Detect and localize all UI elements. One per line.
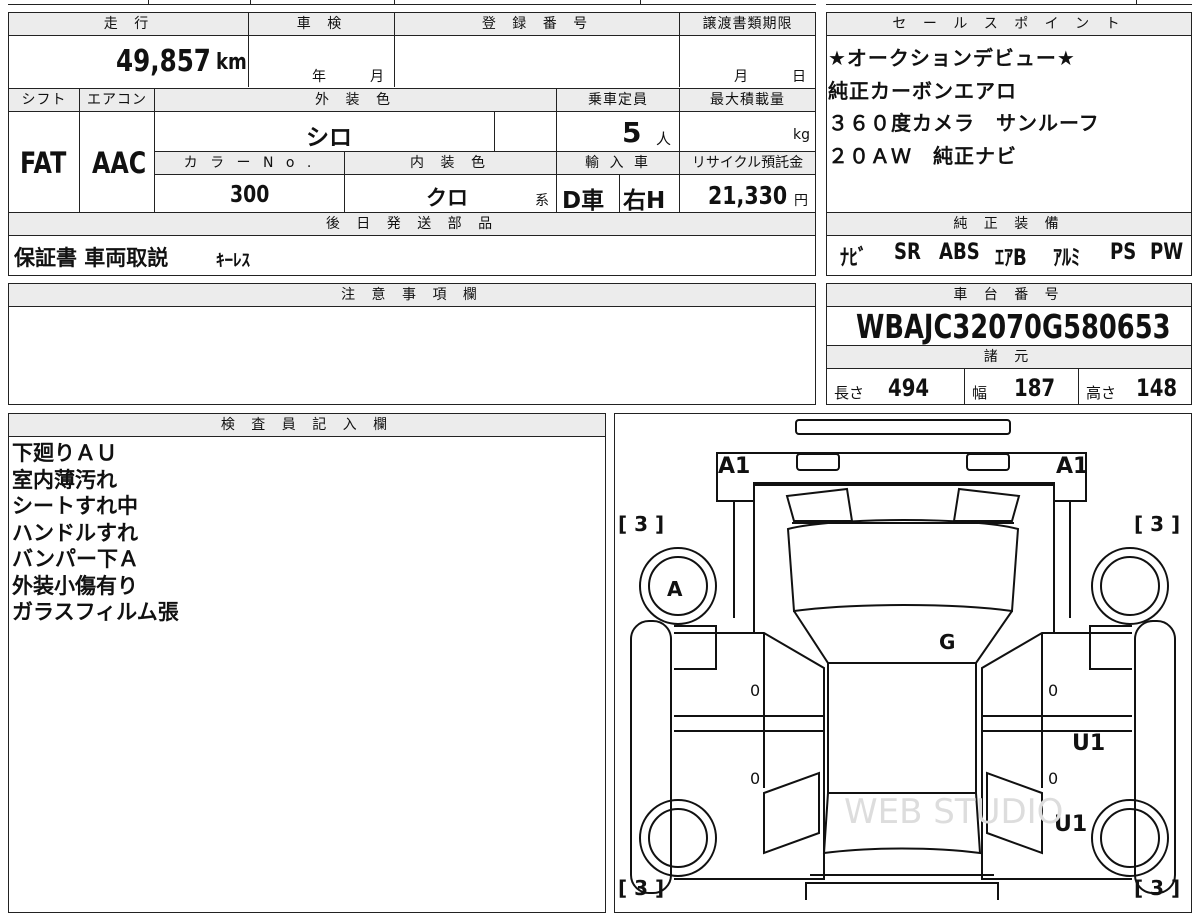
mark-tire-fr: [ 3 ] — [1134, 512, 1180, 536]
registration-header: 登 録 番 号 — [395, 13, 680, 36]
top-cut-border — [8, 4, 816, 5]
divider — [394, 13, 395, 87]
top-cut-divider — [1136, 0, 1137, 5]
divider — [679, 13, 680, 87]
height-value: 148 — [1136, 374, 1178, 402]
divider — [79, 89, 80, 212]
cautions-header: 注 意 事 項 欄 — [9, 284, 815, 307]
handle-value: 右H — [623, 188, 666, 214]
equip-item: ｱﾙﾐ — [1052, 246, 1080, 271]
car-diagram: A1 A1 [ 3 ] [ 3 ] [ 3 ] [ 3 ] A G 0 0 0 … — [618, 419, 1180, 900]
note-line: 室内薄汚れ — [12, 467, 117, 492]
mark-door-rl: 0 — [750, 769, 760, 788]
transfer-month-label: 月 — [734, 69, 748, 85]
capacity-unit: 人 — [656, 130, 672, 148]
mark-door-rr: 0 — [1048, 769, 1058, 788]
chassis-no-value: WBAJC32070G580653 — [856, 307, 1171, 346]
divider — [619, 174, 620, 212]
exterior-color-header: 外 装 色 — [155, 89, 556, 112]
chassis-no-header: 車 台 番 号 — [827, 284, 1191, 307]
mark-tire-rr: [ 3 ] — [1134, 876, 1180, 900]
width-value: 187 — [1014, 374, 1056, 402]
equip-item: ﾅﾋﾞ — [840, 246, 868, 271]
interior-suffix: 系 — [535, 193, 549, 209]
mark-roof: G — [939, 630, 955, 654]
later-parts-value: 保証書 車両取説 — [14, 246, 169, 270]
transfer-deadline-header: 譲渡書類期限 — [680, 13, 815, 36]
import-type-value: D車 — [562, 188, 605, 214]
recycle-fee-value: 21,330 — [708, 181, 788, 210]
later-parts-header: 後 日 発 送 部 品 — [9, 213, 815, 236]
divider — [964, 369, 965, 404]
import-header: 輸 入 車 — [557, 152, 679, 175]
sales-point: ３６０度カメラ サンルーフ — [828, 111, 1100, 135]
shift-value: FAT — [20, 146, 67, 180]
note-line: 外装小傷有り — [12, 573, 138, 598]
note-line: 下廻りＡＵ — [12, 441, 117, 465]
length-value: 494 — [888, 374, 930, 402]
mileage-value: 49,857 — [116, 44, 211, 79]
divider — [344, 152, 345, 212]
mark-tire-rl: [ 3 ] — [618, 876, 664, 900]
mark-door-fl: 0 — [750, 681, 760, 700]
aircon-header: エアコン — [80, 89, 154, 112]
equip-item: PS — [1110, 240, 1137, 265]
sales-points-header: セ ー ル ス ポ イ ン ト — [827, 13, 1191, 36]
transfer-day-label: 日 — [792, 69, 806, 85]
watermark: WEB STUDIO — [844, 792, 1063, 832]
top-cut-border — [826, 4, 1192, 5]
mark-right-front-door: U1 — [1072, 731, 1105, 756]
note-line: ハンドルすれ — [12, 520, 138, 545]
inspection-month-label: 月 — [370, 69, 384, 85]
aircon-value: AAC — [92, 146, 147, 180]
width-label: 幅 — [972, 384, 988, 402]
color-no-header: カ ラ ー N o . — [155, 152, 344, 175]
capacity-header: 乗車定員 — [557, 89, 679, 112]
mark-front-left: A1 — [718, 454, 750, 479]
top-cut-divider — [250, 0, 251, 5]
note-line: シートすれ中 — [12, 494, 138, 518]
sales-points-list: ★オークションデビュー★ 純正カーボンエアロ ３６０度カメラ サンルーフ ２０Ａ… — [828, 42, 1100, 172]
max-load-header: 最大積載量 — [680, 89, 815, 112]
inspector-header: 検 査 員 記 入 欄 — [9, 414, 605, 437]
divider — [1078, 369, 1079, 404]
note-line: バンパー下Ａ — [12, 547, 140, 571]
later-parts-small: ｷｰﾚｽ — [216, 251, 250, 271]
top-cut-divider — [640, 0, 641, 5]
note-line: ガラスフィルム張 — [12, 600, 179, 624]
mark-front-right: A1 — [1056, 454, 1088, 479]
interior-color-value: クロ — [426, 186, 468, 210]
mark-tire-fl: [ 3 ] — [618, 512, 664, 536]
equip-item: ｴｱB — [995, 246, 1027, 271]
specs-header: 諸 元 — [827, 346, 1191, 369]
inspection-header: 車 検 — [249, 13, 395, 36]
sales-point: ★オークションデビュー★ — [828, 46, 1076, 70]
interior-color-header: 内 装 色 — [345, 152, 556, 175]
length-label: 長さ — [834, 384, 865, 402]
inspection-year-label: 年 — [312, 69, 326, 85]
mark-door-fr: 0 — [1048, 681, 1058, 700]
shift-header: シフト — [9, 89, 79, 112]
max-load-unit: kg — [793, 127, 810, 143]
sales-point: ２０ＡＷ 純正ナビ — [828, 143, 1017, 168]
capacity-value: 5 — [622, 116, 642, 149]
equip-item: PW — [1150, 240, 1184, 265]
mileage-header: 走 行 — [9, 13, 249, 36]
genuine-equipment-header: 純 正 装 備 — [827, 213, 1191, 236]
inspector-notes: 下廻りＡＵ 室内薄汚れ シートすれ中 ハンドルすれ バンパー下Ａ 外装小傷有り … — [12, 440, 179, 626]
height-label: 高さ — [1086, 384, 1117, 402]
genuine-equipment-list: ﾅﾋﾞ SR ABS ｴｱB ｱﾙﾐ PS PW — [840, 240, 1190, 272]
mileage-unit: km — [216, 50, 247, 75]
color-no-value: 300 — [230, 182, 270, 208]
divider — [494, 112, 495, 152]
mark-wheel-fl: A — [667, 577, 683, 601]
top-cut-divider — [394, 0, 395, 5]
top-cut-divider — [148, 0, 149, 5]
recycle-header: リサイクル預託金 — [680, 152, 815, 175]
exterior-color-value: シロ — [306, 125, 352, 151]
equip-item: SR — [893, 240, 921, 265]
recycle-unit: 円 — [794, 193, 808, 209]
sales-point: 純正カーボンエアロ — [828, 78, 1017, 103]
equip-item: ABS — [939, 240, 981, 265]
